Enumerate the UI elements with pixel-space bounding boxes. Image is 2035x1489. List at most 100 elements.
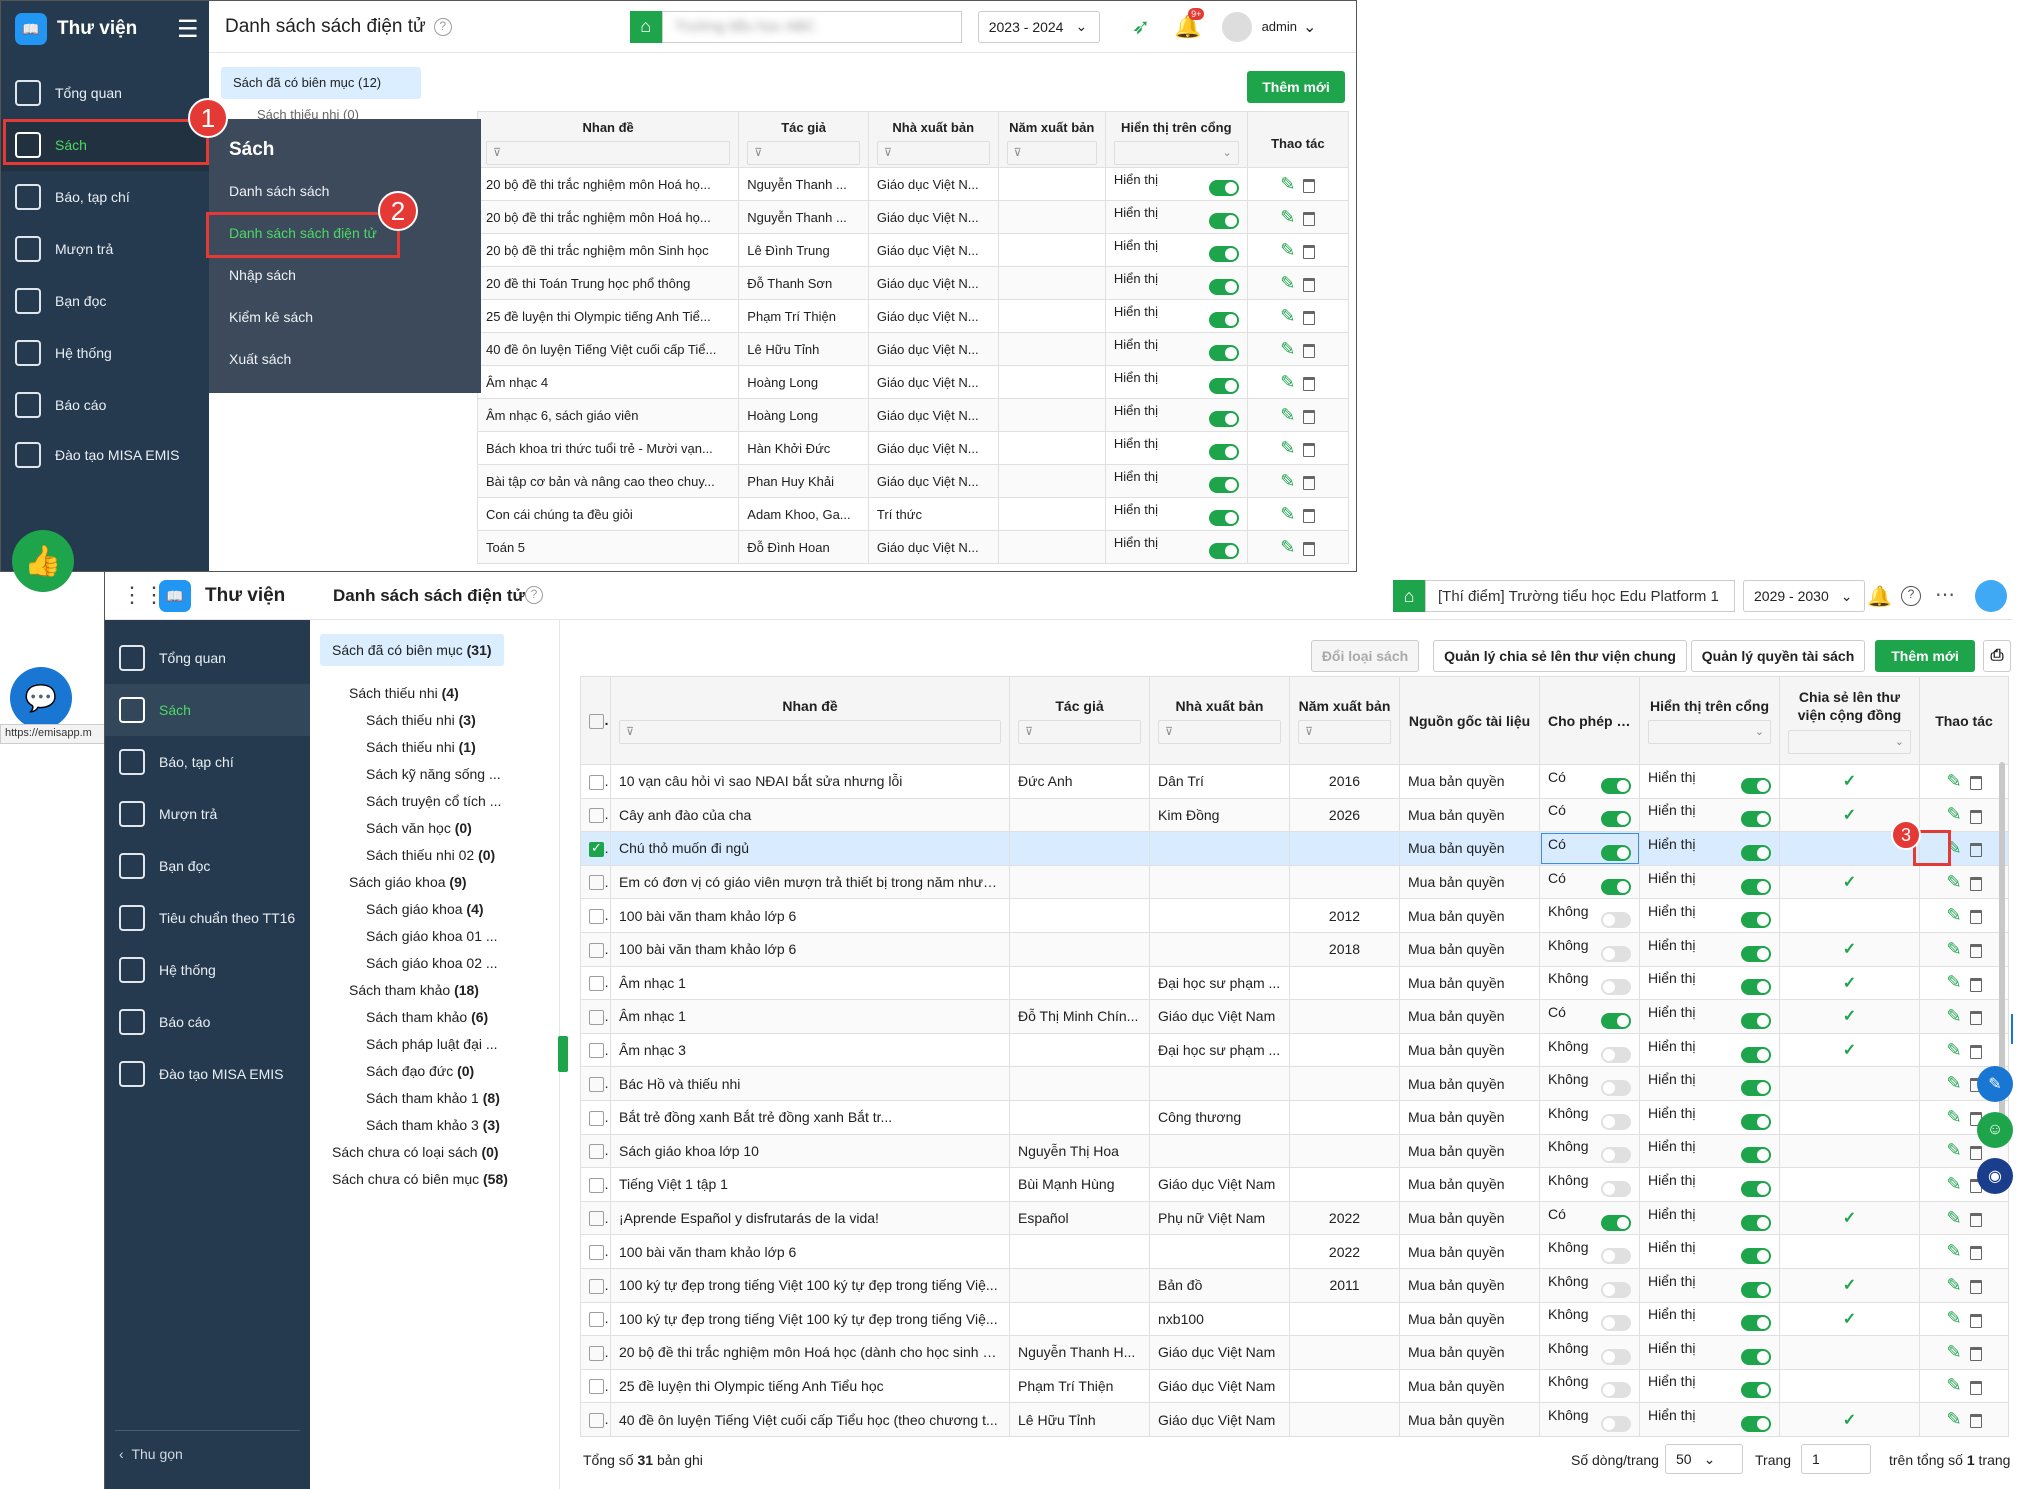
tree-collapse-handle[interactable] bbox=[558, 1036, 568, 1072]
edit-icon[interactable]: ✎ bbox=[1280, 306, 1295, 326]
edit-icon[interactable]: ✎ bbox=[1280, 207, 1295, 227]
download-toggle[interactable] bbox=[1601, 979, 1631, 996]
edit-icon[interactable]: ✎ bbox=[1280, 438, 1295, 458]
edit-icon[interactable]: ✎ bbox=[1946, 1073, 1961, 1093]
show-toggle[interactable] bbox=[1208, 279, 1239, 295]
delete-icon[interactable] bbox=[1969, 876, 1982, 891]
table-row[interactable]: 20 đề thi Toán Trung học phổ thông Đỗ Tha… bbox=[476, 266, 1350, 300]
delete-icon[interactable] bbox=[1969, 1212, 1982, 1227]
bell-icon[interactable]: 🔔 9+ bbox=[1174, 7, 1205, 40]
table-row[interactable]: 100 bài văn tham khảo lớp 6 2012 Mua bản q… bbox=[580, 898, 2009, 933]
tree-item[interactable]: Sách văn học (0) bbox=[366, 820, 472, 836]
table-row[interactable]: Âm nhạc 3 Đại học sư phạm ... Mua bản quyề… bbox=[580, 1032, 2009, 1068]
edit-icon[interactable]: ✎ bbox=[1280, 240, 1295, 260]
tree-item[interactable]: Sách thiếu nhi (3) bbox=[366, 712, 476, 728]
rocket-icon[interactable]: ➶ bbox=[1132, 14, 1150, 40]
show-toggle[interactable] bbox=[1741, 1416, 1771, 1433]
download-toggle[interactable] bbox=[1601, 844, 1631, 861]
print-icon[interactable]: ⎙ bbox=[1983, 640, 2011, 672]
delete-icon[interactable] bbox=[1969, 1044, 1982, 1059]
help-icon[interactable]: ? bbox=[433, 17, 452, 36]
download-toggle[interactable] bbox=[1601, 878, 1631, 895]
table-row[interactable]: Âm nhạc 1 Đại học sư phạm ... Mua bản quyề… bbox=[580, 965, 2009, 1001]
delete-icon[interactable] bbox=[1969, 977, 1982, 992]
download-toggle[interactable] bbox=[1601, 777, 1631, 794]
sidebar-item[interactable]: Mượn trả bbox=[1, 223, 209, 275]
edit-icon[interactable]: ✎ bbox=[1280, 372, 1295, 392]
download-toggle[interactable] bbox=[1601, 1113, 1631, 1130]
table-row[interactable]: Âm nhạc 4 Hoàng Long Giáo dục Việt N... Hiể… bbox=[476, 365, 1350, 399]
table-row[interactable]: Bắt trẻ đồng xanh Bắt trẻ đồng xanh Bắt … bbox=[580, 1099, 2009, 1135]
delete-icon[interactable] bbox=[1969, 944, 1982, 959]
delete-icon[interactable] bbox=[1303, 179, 1316, 194]
table-row[interactable]: Bách khoa tri thức tuổi trẻ - Mười vạn..… bbox=[476, 431, 1350, 465]
show-toggle[interactable] bbox=[1741, 844, 1771, 861]
tree-item[interactable]: Sách tham khảo 3 (3) bbox=[366, 1117, 500, 1133]
download-toggle[interactable] bbox=[1601, 811, 1631, 828]
show-toggle[interactable] bbox=[1741, 878, 1771, 895]
sidebar-item[interactable]: Báo, tạp chí bbox=[105, 736, 310, 788]
edit-icon[interactable]: ✎ bbox=[1280, 471, 1295, 491]
sidebar-item[interactable]: Bạn đọc bbox=[105, 840, 310, 892]
show-toggle[interactable] bbox=[1741, 1248, 1771, 1265]
side-panel-tab[interactable] bbox=[2011, 1014, 2013, 1044]
support-icon[interactable]: ☺ bbox=[1977, 1112, 2013, 1148]
bot-icon[interactable]: ◉ bbox=[1977, 1158, 2013, 1194]
show-toggle[interactable] bbox=[1741, 1046, 1771, 1063]
row-checkbox[interactable] bbox=[589, 875, 604, 891]
delete-icon[interactable] bbox=[1303, 311, 1316, 326]
rights-manage-button[interactable]: Quản lý quyền tài sách bbox=[1691, 640, 1865, 672]
show-toggle[interactable] bbox=[1741, 811, 1771, 828]
table-row[interactable]: Em có đơn vị có giáo viên mượn trả thiết… bbox=[580, 864, 2009, 900]
show-toggle[interactable] bbox=[1741, 945, 1771, 962]
flyout-item-nhap-sach[interactable]: Nhập sách bbox=[229, 267, 296, 283]
show-toggle[interactable] bbox=[1741, 1214, 1771, 1231]
edit-icon[interactable]: ✎ bbox=[1946, 1006, 1961, 1026]
sidebar-item[interactable]: Bạn đọc bbox=[1, 275, 209, 327]
top-tree-selected[interactable]: Sách đã có biên mục (12) bbox=[221, 67, 421, 99]
row-checkbox[interactable] bbox=[589, 1110, 604, 1126]
show-toggle[interactable] bbox=[1208, 246, 1239, 262]
download-toggle[interactable] bbox=[1601, 1382, 1631, 1399]
row-checkbox[interactable] bbox=[589, 976, 604, 992]
edit-icon[interactable]: ✎ bbox=[1946, 771, 1961, 791]
show-toggle[interactable] bbox=[1208, 180, 1239, 196]
delete-icon[interactable] bbox=[1303, 245, 1316, 260]
edit-icon[interactable]: ✎ bbox=[1946, 804, 1961, 824]
more-icon[interactable]: ⋯ bbox=[1935, 582, 1955, 607]
show-toggle[interactable] bbox=[1208, 213, 1239, 229]
edit-icon[interactable]: ✎ bbox=[1946, 1241, 1961, 1261]
row-checkbox[interactable] bbox=[589, 774, 604, 790]
delete-icon[interactable] bbox=[1969, 1011, 1982, 1026]
help-icon[interactable]: ? bbox=[525, 586, 543, 604]
delete-icon[interactable] bbox=[1969, 776, 1982, 791]
show-toggle[interactable] bbox=[1741, 1180, 1771, 1197]
row-checkbox[interactable] bbox=[589, 1278, 604, 1294]
delete-icon[interactable] bbox=[1303, 443, 1316, 458]
show-toggle[interactable] bbox=[1741, 1315, 1771, 1332]
delete-icon[interactable] bbox=[1969, 809, 1982, 824]
tree-item[interactable]: Sách thiếu nhi (1) bbox=[366, 739, 476, 755]
tree-item[interactable]: Sách thiếu nhi (4) bbox=[349, 685, 459, 701]
edit-icon[interactable]: ✎ bbox=[1280, 339, 1295, 359]
top-add-button[interactable]: Thêm mới bbox=[1247, 71, 1345, 103]
row-checkbox[interactable] bbox=[589, 1043, 604, 1059]
tree-item[interactable]: Sách thiếu nhi 02 (0) bbox=[366, 847, 495, 863]
row-checkbox[interactable] bbox=[589, 1379, 604, 1395]
tree-item[interactable]: Sách chưa có biên mục (58) bbox=[332, 1171, 508, 1187]
row-checkbox[interactable] bbox=[589, 1177, 604, 1193]
show-toggle[interactable] bbox=[1741, 1147, 1771, 1164]
edit-icon[interactable]: ✎ bbox=[1946, 1375, 1961, 1395]
delete-icon[interactable] bbox=[1969, 1313, 1982, 1328]
edit-icon[interactable]: ✎ bbox=[1280, 174, 1295, 194]
edit-icon[interactable]: ✎ bbox=[1280, 537, 1295, 557]
row-checkbox[interactable] bbox=[589, 1211, 604, 1227]
delete-icon[interactable] bbox=[1969, 1347, 1982, 1362]
collapse-button[interactable]: ‹ Thu gọn bbox=[119, 1446, 183, 1462]
tree-item[interactable]: Sách tham khảo 1 (8) bbox=[366, 1090, 500, 1106]
top-brand[interactable]: 📖 Thư viện bbox=[15, 13, 137, 45]
show-toggle[interactable] bbox=[1208, 312, 1239, 328]
delete-icon[interactable] bbox=[1969, 1280, 1982, 1294]
show-toggle[interactable] bbox=[1208, 444, 1239, 460]
chevron-down-icon[interactable]: ⌄ bbox=[1303, 17, 1316, 37]
